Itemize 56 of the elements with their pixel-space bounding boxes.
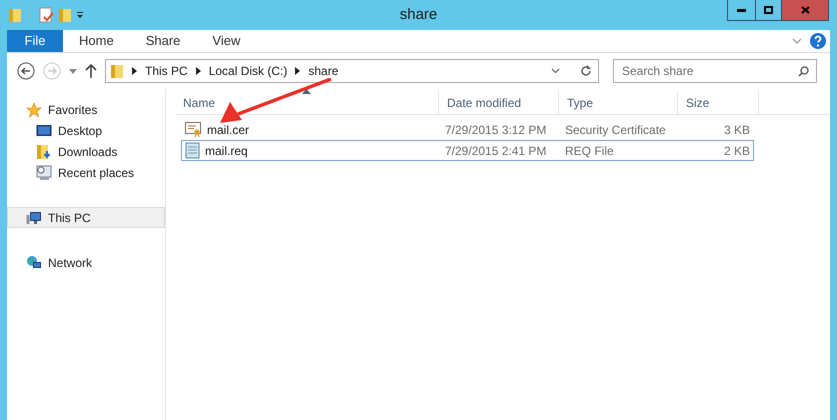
breadcrumb[interactable]: Local Disk (C:) — [208, 62, 288, 80]
column-header[interactable]: Size — [678, 91, 759, 114]
properties-icon[interactable] — [39, 7, 54, 23]
recent-places-icon — [36, 164, 52, 180]
search-icon — [798, 66, 809, 76]
ribbon-tab[interactable]: Share — [130, 30, 196, 52]
folder-icon — [8, 7, 22, 23]
sidebar-item[interactable]: Desktop — [7, 120, 165, 141]
monitor-icon — [36, 124, 52, 138]
sidebar-item[interactable]: Favorites — [7, 99, 165, 120]
file-name: mail.cer — [207, 122, 250, 138]
file-row[interactable]: mail.req 7/29/2015 2:41 PM REQ File 2 KB — [181, 140, 754, 161]
close-icon — [800, 6, 810, 14]
star-icon — [26, 102, 42, 118]
network-icon — [26, 254, 42, 270]
sidebar-item[interactable]: Recent places — [7, 162, 165, 183]
column-header[interactable]: Type — [559, 91, 678, 114]
computer-icon — [26, 210, 42, 224]
ribbon-tab[interactable]: File — [7, 30, 63, 52]
new-folder-icon — [58, 7, 72, 23]
search-field[interactable]: Search share — [613, 59, 817, 83]
sidebar-item[interactable]: Network — [7, 252, 165, 273]
dropdown-icon[interactable] — [551, 68, 560, 74]
file-row[interactable]: mail.cer 7/29/2015 3:12 PM Security Certificate 3 KB — [181, 119, 754, 140]
ribbon-tab[interactable]: Home — [63, 30, 130, 52]
date-cell-text: 7/29/2015 2:41 PM — [444, 142, 548, 160]
chevron-right-icon[interactable] — [132, 67, 137, 75]
address-bar[interactable]: This PC Local Disk (C:) share — [105, 59, 599, 83]
history-dropdown-icon[interactable] — [69, 68, 77, 74]
file-name: mail.req — [205, 142, 248, 160]
expand-ribbon-icon[interactable] — [792, 38, 802, 44]
type-cell-text: REQ File — [564, 142, 615, 160]
back-icon[interactable] — [17, 62, 35, 80]
chevron-right-icon[interactable] — [196, 67, 201, 75]
breadcrumb[interactable]: share — [308, 62, 338, 80]
date-cell-text: 7/29/2015 3:12 PM — [444, 122, 548, 138]
sort-icon — [302, 89, 311, 94]
dropdown-icon[interactable] — [76, 11, 84, 19]
text-document-icon — [185, 142, 200, 159]
help-icon[interactable] — [810, 33, 826, 49]
chevron-right-icon[interactable] — [295, 67, 300, 75]
type-cell-text: Security Certificate — [564, 122, 667, 138]
window-title: share — [400, 4, 438, 25]
certificate-icon — [185, 122, 202, 137]
download-folder-icon — [36, 144, 52, 160]
size-cell-text: 3 KB — [722, 122, 750, 138]
up-arrow-icon[interactable] — [85, 64, 97, 78]
column-header[interactable]: Date modified — [439, 91, 559, 114]
refresh-icon[interactable] — [580, 65, 592, 77]
sidebar-item[interactable]: Downloads — [7, 141, 165, 162]
breadcrumb[interactable]: This PC — [145, 62, 188, 80]
close-button[interactable] — [782, 0, 828, 20]
ribbon-tab[interactable]: View — [196, 30, 256, 52]
size-cell-text: 2 KB — [722, 142, 750, 160]
folder-icon — [110, 63, 124, 79]
sidebar-item[interactable]: This PC — [7, 207, 165, 228]
